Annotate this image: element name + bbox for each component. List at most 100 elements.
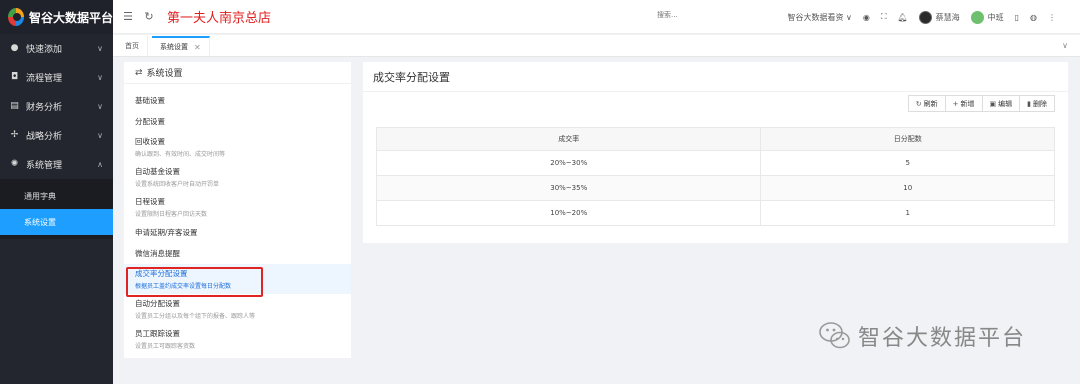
- settings-item-name: 员工跟踪设置: [135, 329, 180, 338]
- chevron-down-icon: ∨: [97, 102, 103, 111]
- tab-label: 系统设置: [160, 43, 188, 51]
- tab-bar: 首页 系统设置 ✕ ∨: [113, 35, 1080, 57]
- sidebar-item-system[interactable]: ✺ 系统管理 ∧: [0, 150, 113, 179]
- system-gear-icon: ✺: [10, 159, 19, 169]
- sidebar-item-strategy[interactable]: ✢ 战略分析 ∨: [0, 121, 113, 150]
- top-header: ☰ ↻ 第一夫人南京总店 智谷大数据看资 ∨ ◉ ⛶ 🔔︎ 蔡慧海 中班 ▯ ◍…: [113, 0, 1080, 34]
- platform-select[interactable]: 智谷大数据看资 ∨: [787, 12, 851, 23]
- settings-item-auto-fund[interactable]: 自动基金设置 设置系统回收客户时自动开罚单: [124, 162, 351, 192]
- delete-button[interactable]: ▮ 删除: [1019, 95, 1055, 112]
- settings-item-name: 申请延期/弃客设置: [135, 228, 198, 237]
- more-icon[interactable]: ⋮: [1048, 13, 1056, 22]
- highlight-annotation: [126, 267, 263, 297]
- sidebar-item-label: 系统管理: [26, 161, 63, 171]
- sidebar-subitem-dictionary[interactable]: 通用字典: [0, 183, 113, 209]
- user-menu[interactable]: 蔡慧海: [918, 10, 960, 24]
- phone-icon[interactable]: ▯: [1015, 13, 1019, 22]
- watermark-text: 智谷大数据平台: [858, 326, 1027, 351]
- globe-icon[interactable]: ◍: [1030, 13, 1037, 22]
- plus-icon: +: [952, 99, 959, 108]
- settings-item-wechat[interactable]: 微信消息提醒: [124, 243, 351, 264]
- settings-item-recycle[interactable]: 回收设置确认跟到、有效时间、成交时间等: [124, 132, 351, 162]
- table-cell: 5: [760, 150, 1055, 176]
- refresh-icon[interactable]: ↻: [143, 10, 155, 23]
- target-icon[interactable]: ◉: [863, 13, 870, 22]
- settings-item-basic[interactable]: 基础设置: [124, 90, 351, 111]
- button-label: 删除: [1033, 99, 1047, 108]
- sidebar-item-workflow[interactable]: ◘ 流程管理 ∨: [0, 63, 113, 92]
- panel-title-text: 系统设置: [146, 69, 183, 79]
- panel-title: ⇄ 系统设置: [124, 62, 351, 84]
- brand-name: 智谷大数据平台: [28, 10, 113, 25]
- bell-icon[interactable]: 🔔︎: [897, 13, 907, 22]
- settings-item-desc: 设置限制日程客户回访天数: [135, 211, 208, 218]
- column-header[interactable]: 成交率: [375, 127, 762, 151]
- table-cell: 20%~30%: [375, 150, 762, 176]
- shift-label: 中班: [987, 12, 1004, 22]
- settings-item-desc: 设置员工可跟踪客资数: [135, 343, 196, 350]
- tab-system-settings[interactable]: 系统设置 ✕: [152, 36, 210, 56]
- chevron-down-icon[interactable]: ∨: [1062, 41, 1068, 50]
- chevron-down-icon: ∨: [97, 44, 103, 53]
- main-card: 成交率分配设置 ↻ 刷新 + 新增 ▣ 编辑 ▮ 删除 成交率 日分配数 20%~30%…: [363, 62, 1068, 243]
- sidebar-item-finance[interactable]: ▤ 财务分析 ∨: [0, 92, 113, 121]
- settings-item-schedule[interactable]: 日程设置设置限制日程客户回访天数: [124, 192, 351, 222]
- header-actions: 智谷大数据看资 ∨ ◉ ⛶ 🔔︎ 蔡慧海 中班 ▯ ◍ ⋮: [776, 0, 1056, 34]
- table-row[interactable]: 30%~35% 10: [375, 175, 1055, 201]
- settings-item-name: 回收设置: [135, 137, 165, 146]
- brand[interactable]: 智谷大数据平台: [0, 0, 113, 34]
- table-row[interactable]: 10%~20% 1: [375, 200, 1055, 226]
- fullscreen-icon[interactable]: ⛶: [881, 12, 887, 22]
- store-title: 第一夫人南京总店: [167, 11, 272, 26]
- page-title: 成交率分配设置: [363, 62, 1068, 92]
- button-label: 刷新: [923, 99, 938, 108]
- button-label: 编辑: [998, 99, 1013, 108]
- trash-icon: ▮: [1027, 99, 1031, 108]
- settings-item-allocation[interactable]: 分配设置: [124, 111, 351, 132]
- edit-button[interactable]: ▣ 编辑: [981, 95, 1021, 112]
- settings-item-name: 分配设置: [135, 117, 165, 126]
- settings-item-name: 自动基金设置: [135, 167, 180, 176]
- add-button[interactable]: + 新增: [944, 95, 983, 112]
- settings-item-auto-allocation[interactable]: 自动分配设置设置员工分组以及每个组下的报备、跟踪人等: [124, 294, 351, 324]
- tab-home[interactable]: 首页: [117, 36, 148, 56]
- settings-item-desc: 确认跟到、有效时间、成交时间等: [135, 151, 226, 158]
- close-icon[interactable]: ✕: [194, 43, 201, 52]
- wechat-icon: [819, 322, 850, 349]
- settings-item-staff-tracking[interactable]: 员工跟踪设置设置员工可跟踪客资数: [124, 324, 351, 354]
- refresh-button[interactable]: ↻ 刷新: [907, 95, 946, 112]
- tab-label: 首页: [125, 42, 139, 50]
- table-cell: 10: [760, 175, 1055, 201]
- refresh-icon: ↻: [915, 99, 922, 108]
- column-header[interactable]: 日分配数: [760, 127, 1055, 151]
- settings-item-extension[interactable]: 申请延期/弃客设置: [124, 222, 351, 243]
- table-cell: 10%~20%: [375, 200, 762, 226]
- sidebar-subitem-settings[interactable]: 系统设置: [0, 209, 113, 235]
- table-cell: 30%~35%: [375, 175, 762, 201]
- sidebar-item-label: 快速添加: [26, 45, 63, 55]
- sidebar-item-label: 流程管理: [26, 74, 63, 84]
- menu-toggle-icon[interactable]: ☰: [122, 10, 134, 23]
- settings-item-name: 自动分配设置: [135, 299, 180, 308]
- search-input[interactable]: [657, 11, 727, 19]
- table-cell: 1: [760, 200, 1055, 226]
- settings-item-name: 日程设置: [135, 197, 165, 206]
- settings-list: 基础设置 分配设置 回收设置确认跟到、有效时间、成交时间等 自动基金设置 设置系统…: [124, 84, 351, 354]
- chevron-down-icon: ∨: [97, 73, 103, 82]
- user-name: 蔡慧海: [935, 12, 960, 22]
- sidebar: 智谷大数据平台 ● 快速添加 ∨ ◘ 流程管理 ∨ ▤ 财务分析 ∨ ✢ 战略分…: [0, 0, 113, 384]
- chevron-down-icon: ∨: [97, 131, 103, 140]
- strategy-icon: ✢: [10, 130, 19, 140]
- shift-avatar: [970, 10, 984, 24]
- settings-item-name: 基础设置: [135, 96, 165, 105]
- system-submenu: 通用字典 系统设置: [0, 179, 113, 239]
- sidebar-item-label: 战略分析: [26, 132, 63, 142]
- button-label: 新增: [960, 99, 975, 108]
- plus-circle-icon: ●: [10, 43, 19, 53]
- sidebar-item-quick-add[interactable]: ● 快速添加 ∨: [0, 34, 113, 63]
- settings-item-name: 微信消息提醒: [135, 249, 180, 258]
- settings-item-desc: 设置员工分组以及每个组下的报备、跟踪人等: [135, 313, 256, 320]
- chevron-up-icon: ∧: [97, 160, 103, 169]
- table-row[interactable]: 20%~30% 5: [375, 150, 1055, 176]
- shift-menu[interactable]: 中班: [970, 10, 1004, 24]
